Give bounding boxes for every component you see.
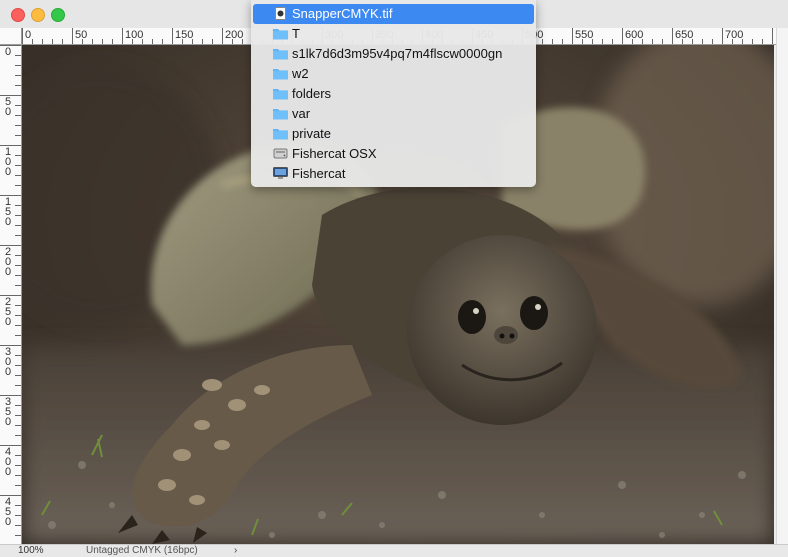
menu-item-label: Fishercat OSX [292,146,377,161]
folder-icon [273,109,288,120]
zoom-level[interactable]: 100% [18,545,44,557]
menu-item-folder[interactable]: var [251,104,536,124]
ruler-v-label: 50 [4,96,12,118]
ruler-v-label: 300 [4,346,12,378]
ruler-h-label: 550 [575,29,594,41]
ruler-h-label: 200 [225,29,244,41]
ruler-v-label: 0 [4,46,12,58]
status-bar: 100% Untagged CMYK (16bpc) › [0,544,788,557]
close-button[interactable] [11,8,25,22]
ruler-v-label: 450 [4,496,12,528]
ruler-v-label: 150 [4,196,12,228]
folder-icon [273,29,288,40]
menu-item-volume[interactable]: Fishercat OSX [251,144,536,164]
menu-item-label: var [292,106,311,121]
ruler-h-label: 700 [725,29,744,41]
ruler-origin[interactable] [0,28,22,45]
document-icon [275,7,286,20]
menu-item-folder[interactable]: private [251,124,536,144]
menu-item-label: w2 [292,66,309,81]
ruler-v-label: 350 [4,396,12,428]
ruler-h-label: 0 [25,29,32,41]
menu-item-file[interactable]: SnapperCMYK.tif [253,4,534,24]
hard-drive-icon [273,148,288,159]
path-popup-menu: SnapperCMYK.tif T s1lk7d6d3m95v4pq7m4fls… [251,0,536,187]
computer-icon [273,167,288,179]
zoom-button[interactable] [51,8,65,22]
ruler-h-label: 150 [175,29,194,41]
menu-item-label: Fishercat [292,166,346,181]
menu-item-label: private [292,126,332,141]
folder-icon [273,89,288,100]
menu-item-label: folders [292,86,332,101]
folder-icon [273,129,288,140]
ruler-h-label: 650 [675,29,694,41]
vertical-scrollbar[interactable] [776,28,788,544]
folder-icon [273,49,288,60]
ruler-v-label: 250 [4,296,12,328]
ruler-v-label: 100 [4,146,12,178]
ruler-v-label: 400 [4,446,12,478]
ruler-h-label: 50 [75,29,88,41]
ruler-h-label: 100 [125,29,144,41]
document-info: Untagged CMYK (16bpc) [86,545,198,556]
folder-icon [273,69,288,80]
ruler-h-label: 600 [625,29,644,41]
vertical-ruler[interactable]: 050100150200250300350400450500 [0,44,22,544]
menu-item-label: SnapperCMYK.tif [292,6,393,21]
ruler-v-label: 200 [4,246,12,278]
menu-item-label: T [292,26,300,41]
menu-item-folder[interactable]: w2 [251,64,536,84]
menu-item-folder[interactable]: T [251,24,536,44]
menu-item-label: s1lk7d6d3m95v4pq7m4flscw0000gn [292,46,503,61]
menu-item-folder[interactable]: folders [251,84,536,104]
status-menu-chevron[interactable]: › [234,545,237,557]
menu-item-computer[interactable]: Fishercat [251,164,536,184]
menu-item-folder[interactable]: s1lk7d6d3m95v4pq7m4flscw0000gn [251,44,536,64]
minimize-button[interactable] [31,8,45,22]
